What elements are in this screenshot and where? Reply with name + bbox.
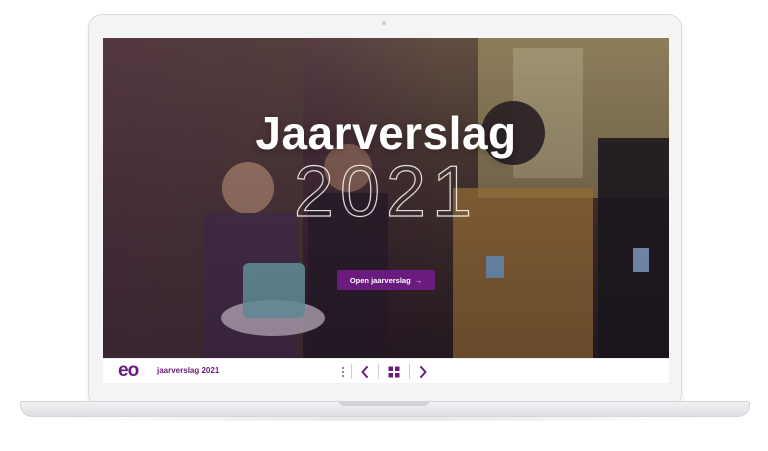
open-report-label: Open jaarverslag: [349, 275, 411, 285]
laptop-screen: Jaarverslag 2021 Open jaarverslag → eo j…: [103, 38, 669, 383]
previous-page-button[interactable]: [352, 362, 378, 381]
chevron-left-icon: [361, 365, 368, 378]
grid-overview-button[interactable]: [379, 362, 409, 381]
laptop-notch: [339, 401, 429, 406]
next-page-button[interactable]: [410, 362, 436, 381]
camera-dot: [382, 21, 386, 25]
hero-section: Jaarverslag 2021 Open jaarverslag →: [103, 38, 669, 358]
more-vertical-icon[interactable]: [335, 362, 351, 381]
laptop-shadow: [60, 416, 708, 422]
hero-year-outline: 2021: [293, 152, 479, 232]
page-navigation: [335, 362, 436, 381]
chevron-right-icon: [420, 365, 427, 378]
bottom-toolbar: eo jaarverslag 2021: [103, 358, 669, 383]
grid-icon: [388, 366, 400, 377]
arrow-right-icon: →: [414, 275, 423, 285]
report-title: jaarverslag 2021: [157, 366, 220, 375]
more-vertical-glyph: [341, 366, 345, 377]
open-report-button[interactable]: Open jaarverslag →: [337, 270, 435, 290]
eo-logo: eo: [118, 360, 139, 381]
